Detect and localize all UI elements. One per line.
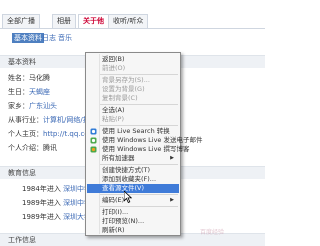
menu-item-label: 返回(B) (102, 55, 125, 63)
menu-item-label: 使用 Live Search 转换 (102, 127, 170, 135)
menu-item-label: 刷新(R) (102, 226, 125, 234)
tab-album[interactable]: 相册 (52, 14, 76, 29)
info-row-intro: 个人介绍：腾讯 (8, 143, 57, 153)
menu-separator (100, 104, 178, 105)
menu-item-label: 创建快捷方式(T) (102, 166, 151, 174)
menu-item-10[interactable]: 使用 Live Search 转换 (87, 127, 179, 136)
education-title: 教育信息 (8, 169, 36, 177)
menu-separator (100, 164, 178, 165)
mouse-cursor-icon (124, 191, 132, 203)
subnav-music[interactable]: 音乐 (58, 33, 72, 43)
work-title: 工作信息 (8, 236, 36, 244)
profile-tabs: 全部广播 相册 关于他 收听/听众 (0, 0, 265, 29)
menu-item-19[interactable]: 编码(E) ▶ (87, 196, 179, 205)
info-label: 家乡： (8, 102, 29, 110)
education-row: 1989年进入 深圳大学 (22, 212, 91, 222)
menu-item-3: 背景另存为(S)... (87, 76, 179, 85)
menu-separator (100, 74, 178, 75)
tab-followers[interactable]: 收听/听众 (108, 14, 149, 29)
submenu-arrow-icon: ▶ (170, 155, 174, 161)
submenu-arrow-icon: ▶ (170, 197, 174, 203)
windows-live-blog-icon (90, 146, 97, 153)
info-row-name: 姓名：马化腾 (8, 73, 50, 83)
menu-item-5: 复制背景(C) (87, 94, 179, 103)
menu-item-4: 设置为背景(G) (87, 85, 179, 94)
info-label: 个人介绍： (8, 144, 43, 152)
menu-item-8: 粘贴(P) (87, 115, 179, 124)
menu-separator (100, 194, 178, 195)
menu-item-1: 前进(O) (87, 64, 179, 73)
menu-item-11[interactable]: 使用 Windows Live 发送电子邮件 (87, 136, 203, 145)
tab-all-broadcasts[interactable]: 全部广播 (2, 14, 40, 29)
menu-item-label: 使用 Windows Live 发送电子邮件 (102, 136, 203, 144)
menu-item-label: 打印预览(N)... (102, 217, 145, 225)
menu-item-label: 全选(A) (102, 106, 125, 114)
subnav-blog[interactable]: 日志 (42, 33, 56, 43)
menu-item-label: 背景另存为(S)... (102, 76, 150, 84)
edu-year: 1989年进入 (22, 199, 61, 207)
menu-item-16[interactable]: 添加到收藏夹(F)... (87, 175, 179, 184)
info-value-link[interactable]: 广东汕头 (29, 102, 57, 110)
menu-separator (100, 125, 178, 126)
menu-item-label: 前进(O) (102, 64, 126, 72)
basic-info-title: 基本资料 (8, 58, 36, 66)
info-value: 腾讯 (43, 144, 57, 152)
menu-item-13[interactable]: 所有加速器 ▶ (87, 154, 179, 163)
menu-item-22[interactable]: 打印预览(N)... (87, 217, 179, 226)
menu-item-label: 所有加速器 (102, 154, 135, 162)
windows-live-mail-icon (90, 137, 97, 144)
menu-separator (100, 206, 178, 207)
info-label: 个人主页： (8, 130, 43, 138)
info-row-industry: 从事行业：计算机/网络/技术 (8, 115, 97, 125)
menu-item-12[interactable]: 使用 Windows Live 撰写博客 (87, 145, 190, 154)
live-search-icon (90, 128, 97, 135)
menu-item-0[interactable]: 返回(B) (87, 55, 179, 64)
menu-item-label: 复制背景(C) (102, 94, 138, 102)
menu-item-7[interactable]: 全选(A) (87, 106, 179, 115)
tab-about[interactable]: 关于他 (78, 14, 109, 29)
tab-divider (0, 28, 265, 29)
menu-item-15[interactable]: 创建快捷方式(T) (87, 166, 179, 175)
subnav-basic-info[interactable]: 基本资料 (12, 33, 44, 43)
edu-year: 1989年进入 (22, 213, 61, 221)
info-label: 从事行业： (8, 116, 43, 124)
info-label: 姓名： (8, 74, 29, 82)
menu-item-label: 编码(E) (102, 196, 125, 204)
info-row-birthday: 生日：天蝎座 (8, 87, 50, 97)
menu-item-label: 设置为背景(G) (102, 85, 145, 93)
info-row-hometown: 家乡：广东汕头 (8, 101, 57, 111)
menu-item-label: 使用 Windows Live 撰写博客 (102, 145, 190, 153)
edu-year: 1984年进入 (22, 185, 61, 193)
menu-item-label: 粘贴(P) (102, 115, 124, 123)
watermark-text: 百度经验 (200, 229, 225, 236)
info-value-link[interactable]: 天蝎座 (29, 88, 50, 96)
info-value: 马化腾 (29, 74, 50, 82)
menu-item-21[interactable]: 打印(I)... (87, 208, 179, 217)
menu-item-label: 打印(I)... (102, 208, 129, 216)
info-label: 生日： (8, 88, 29, 96)
menu-item-23[interactable]: 刷新(R) (87, 226, 179, 235)
info-row-homepage: 个人主页：http://t.qq.com (8, 129, 95, 139)
context-menu: 返回(B) 前进(O) 背景另存为(S)... 设置为背景(G) 复制背景(C) 全选(A… (85, 52, 203, 236)
menu-item-label: 添加到收藏夹(F)... (102, 175, 157, 183)
menu-item-17[interactable]: 查看源文件(V) (87, 184, 179, 193)
